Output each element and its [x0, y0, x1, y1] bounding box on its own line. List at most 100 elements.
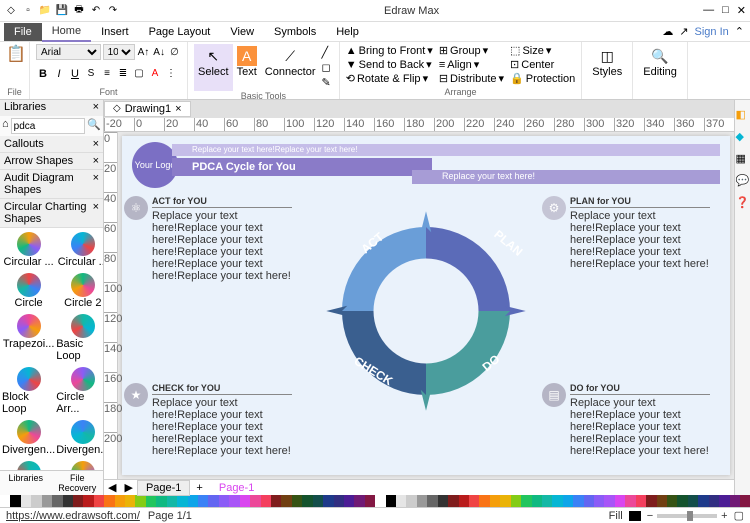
color-swatch[interactable]: [406, 495, 416, 507]
color-swatch[interactable]: [10, 495, 20, 507]
color-swatch[interactable]: [542, 495, 552, 507]
color-swatch[interactable]: [344, 495, 354, 507]
shape-item[interactable]: Circular ...: [2, 230, 55, 270]
color-swatch[interactable]: [52, 495, 62, 507]
tab-symbols[interactable]: Symbols: [264, 23, 326, 41]
rotate-flip-button[interactable]: ⟲ Rotate & Flip ▾: [346, 72, 433, 85]
quad-plan[interactable]: ⚙ PLAN for YOU Replace your text here!Re…: [570, 196, 710, 270]
document-tab[interactable]: ◇ Drawing1 ×: [104, 101, 191, 117]
color-swatch[interactable]: [63, 495, 73, 507]
banner-title[interactable]: PDCA Cycle for You: [172, 158, 432, 176]
prev-page-icon[interactable]: ◀: [104, 481, 120, 494]
align-button[interactable]: ≡ Align ▾: [439, 58, 504, 71]
group-button[interactable]: ⊞ Group ▾: [439, 44, 504, 57]
tab-file[interactable]: File: [4, 23, 42, 41]
font-name-select[interactable]: Arial: [36, 44, 101, 60]
status-url[interactable]: https://www.edrawsoft.com/: [6, 510, 140, 522]
color-swatch[interactable]: [594, 495, 604, 507]
color-swatch[interactable]: [135, 495, 145, 507]
color-palette[interactable]: [0, 495, 750, 507]
shape-item[interactable]: Divergen...: [2, 418, 55, 458]
maximize-icon[interactable]: □: [722, 4, 729, 17]
tab-insert[interactable]: Insert: [91, 23, 139, 41]
color-swatch[interactable]: [177, 495, 187, 507]
color-swatch[interactable]: [188, 495, 198, 507]
align-center-icon[interactable]: ≣: [116, 67, 130, 81]
fill-swatch[interactable]: [629, 511, 641, 521]
color-swatch[interactable]: [83, 495, 93, 507]
color-swatch[interactable]: [573, 495, 583, 507]
distribute-button[interactable]: ⊟ Distribute ▾: [439, 72, 504, 85]
color-swatch[interactable]: [198, 495, 208, 507]
size-button[interactable]: ⬚ Size ▾: [510, 44, 575, 57]
color-swatch[interactable]: [104, 495, 114, 507]
banner-top[interactable]: Replace your text here!Replace your text…: [172, 144, 720, 156]
page-canvas[interactable]: Your Logo Replace your text here!Replace…: [122, 136, 730, 475]
color-swatch[interactable]: [730, 495, 740, 507]
color-swatch[interactable]: [552, 495, 562, 507]
color-swatch[interactable]: [292, 495, 302, 507]
shape-item[interactable]: Circle 2: [56, 271, 103, 311]
color-swatch[interactable]: [240, 495, 250, 507]
color-swatch[interactable]: [73, 495, 83, 507]
shape-item[interactable]: Circular ...: [56, 230, 103, 270]
color-swatch[interactable]: [261, 495, 271, 507]
color-swatch[interactable]: [677, 495, 687, 507]
library-section[interactable]: Arrow Shapes×: [0, 153, 103, 170]
new-icon[interactable]: ▫: [21, 4, 35, 18]
comments-icon[interactable]: 💬: [736, 174, 750, 188]
align-left-icon[interactable]: ≡: [100, 67, 114, 81]
color-swatch[interactable]: [31, 495, 41, 507]
shape-item[interactable]: Divergen...: [56, 418, 103, 458]
color-swatch[interactable]: [42, 495, 52, 507]
quad-do[interactable]: ▤ DO for YOU Replace your text here!Repl…: [570, 383, 710, 457]
line-icon[interactable]: ╱: [322, 46, 331, 59]
shape-item[interactable]: Circles: [56, 459, 103, 470]
color-swatch[interactable]: [667, 495, 677, 507]
shape-item[interactable]: Basic Loop: [56, 312, 103, 364]
color-swatch[interactable]: [365, 495, 375, 507]
color-swatch[interactable]: [0, 495, 10, 507]
color-swatch[interactable]: [615, 495, 625, 507]
shape-item[interactable]: Circle: [2, 271, 55, 311]
cloud-icon[interactable]: ☁: [662, 25, 673, 38]
styles-button[interactable]: ◫Styles: [588, 44, 626, 80]
tab-home[interactable]: Home: [42, 22, 91, 42]
share-icon[interactable]: ↗: [679, 25, 688, 38]
color-swatch[interactable]: [334, 495, 344, 507]
home-icon[interactable]: ⌂: [2, 118, 9, 134]
color-swatch[interactable]: [532, 495, 542, 507]
color-swatch[interactable]: [459, 495, 469, 507]
bullets-icon[interactable]: ⋮: [164, 67, 178, 81]
increase-font-icon[interactable]: A↑: [137, 45, 151, 59]
close-icon[interactable]: ✕: [737, 4, 746, 17]
quad-act[interactable]: ⚛ ACT for YOU Replace your text here!Rep…: [152, 196, 292, 282]
bold-icon[interactable]: B: [36, 67, 50, 81]
shape-icon[interactable]: ◻: [322, 61, 331, 74]
zoom-out-icon[interactable]: −: [647, 510, 653, 522]
color-swatch[interactable]: [500, 495, 510, 507]
color-swatch[interactable]: [313, 495, 323, 507]
color-swatch[interactable]: [271, 495, 281, 507]
color-swatch[interactable]: [719, 495, 729, 507]
shape-item[interactable]: Block Loop: [2, 365, 55, 417]
print-icon[interactable]: 🖶: [72, 4, 86, 18]
color-swatch[interactable]: [563, 495, 573, 507]
minimize-icon[interactable]: —: [703, 4, 714, 17]
color-swatch[interactable]: [604, 495, 614, 507]
zoom-in-icon[interactable]: +: [721, 510, 727, 522]
color-swatch[interactable]: [94, 495, 104, 507]
color-swatch[interactable]: [479, 495, 489, 507]
signin-link[interactable]: Sign In: [695, 26, 729, 38]
shape-item[interactable]: Trapezoi...: [2, 312, 55, 364]
library-section[interactable]: Circular Charting Shapes×: [0, 199, 103, 228]
color-swatch[interactable]: [354, 495, 364, 507]
library-section[interactable]: Callouts×: [0, 136, 103, 153]
select-button[interactable]: ↖Select: [194, 44, 233, 91]
color-swatch[interactable]: [709, 495, 719, 507]
tab-help[interactable]: Help: [326, 23, 369, 41]
file-recovery-tab[interactable]: File Recovery: [52, 471, 104, 495]
color-swatch[interactable]: [208, 495, 218, 507]
color-swatch[interactable]: [323, 495, 333, 507]
quad-check[interactable]: ★ CHECK for YOU Replace your text here!R…: [152, 383, 292, 457]
